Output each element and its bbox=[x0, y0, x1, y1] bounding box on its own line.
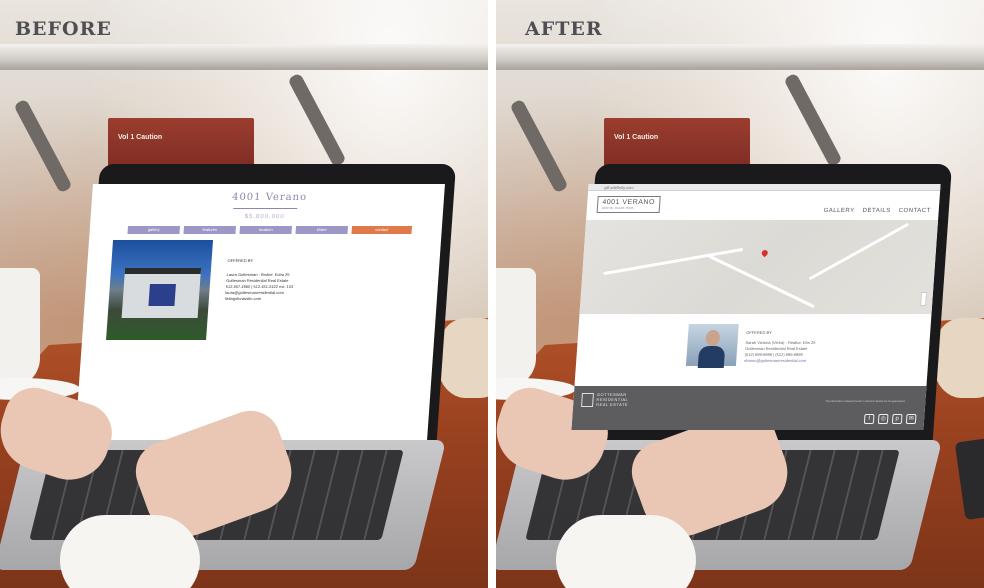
house-image bbox=[121, 268, 202, 318]
after-label: AFTER bbox=[525, 18, 603, 40]
site-logo[interactable]: 4001 VERANO AUSTIN, TEXAS 78735 bbox=[596, 196, 661, 213]
nav-contact[interactable]: contact bbox=[351, 226, 413, 234]
logo-text: 4001 VERANO bbox=[602, 199, 656, 206]
offered-by-label: OFFERED BY bbox=[746, 330, 772, 335]
nav-contact[interactable]: CONTACT bbox=[898, 208, 930, 214]
coffee-cup bbox=[0, 268, 40, 388]
facebook-icon[interactable]: f bbox=[863, 414, 875, 424]
footer-logo[interactable]: GOTTESMAN RESIDENTIAL REAL ESTATE bbox=[581, 392, 629, 407]
background-railing bbox=[0, 44, 488, 70]
property-title: 4001 Verano bbox=[231, 192, 308, 203]
nav-gallery[interactable]: GALLERY bbox=[823, 208, 854, 214]
footer-legal-text: The information contained herein is deem… bbox=[825, 400, 906, 403]
footer-name-line: REAL ESTATE bbox=[596, 402, 629, 407]
property-price: $5,800,000 bbox=[244, 214, 285, 220]
brokerage-mark-icon bbox=[581, 392, 595, 407]
background-book: Vol 1 Caution bbox=[604, 118, 750, 170]
map-road bbox=[808, 222, 910, 281]
before-panel: Vol 1 Caution 4001 Verano $5,800,000 gal… bbox=[0, 0, 488, 588]
nav-details[interactable]: DETAILS bbox=[862, 208, 890, 214]
agent-email-link[interactable]: sharon@gottesmanresidential.com bbox=[744, 358, 814, 364]
social-links: f ◎ p ✉ bbox=[863, 414, 917, 424]
logo-subtext: AUSTIN, TEXAS 78735 bbox=[601, 206, 634, 210]
mail-icon[interactable]: ✉ bbox=[905, 414, 917, 424]
dessert-plate bbox=[934, 318, 984, 398]
nav-share[interactable]: share bbox=[295, 226, 349, 234]
instagram-icon[interactable]: ◎ bbox=[877, 414, 889, 424]
title-divider bbox=[233, 208, 298, 209]
before-nav: gallery features location share contact bbox=[127, 226, 413, 234]
browser-address-bar[interactable]: gill.adefinity.com bbox=[588, 184, 941, 191]
site-footer: GOTTESMAN RESIDENTIAL REAL ESTATE The in… bbox=[571, 386, 927, 430]
before-label: BEFORE bbox=[15, 18, 112, 40]
url-text[interactable]: gill.adefinity.com bbox=[604, 185, 634, 190]
after-website-screen: gill.adefinity.com 4001 VERANO AUSTIN, T… bbox=[571, 184, 941, 430]
typing-hands bbox=[0, 379, 310, 588]
agent-info: Laura Gottesman - Broker, Ecba 25 Gottes… bbox=[225, 272, 295, 302]
location-map[interactable] bbox=[579, 220, 939, 314]
map-zoom-control[interactable] bbox=[920, 292, 928, 306]
agent-website-link[interactable]: listingsforaustin.com bbox=[225, 296, 293, 302]
background-book: Vol 1 Caution bbox=[108, 118, 254, 170]
map-road bbox=[708, 254, 816, 309]
offered-by-label: OFFERED BY bbox=[227, 258, 254, 263]
nav-gallery[interactable]: gallery bbox=[127, 226, 181, 234]
agent-info: Sarah Victoria (Vieira) - Realtor, Ebs 2… bbox=[744, 340, 815, 364]
dessert-plate bbox=[438, 318, 488, 398]
background-railing bbox=[496, 44, 984, 70]
map-pin-icon[interactable] bbox=[760, 248, 770, 258]
coffee-cup bbox=[496, 268, 536, 388]
agent-photo bbox=[685, 324, 739, 368]
property-photo bbox=[106, 240, 214, 340]
pinterest-icon[interactable]: p bbox=[891, 414, 903, 424]
nav-features[interactable]: features bbox=[183, 226, 237, 234]
nav-location[interactable]: location bbox=[239, 226, 293, 234]
after-nav: GALLERY DETAILS CONTACT bbox=[823, 208, 931, 214]
